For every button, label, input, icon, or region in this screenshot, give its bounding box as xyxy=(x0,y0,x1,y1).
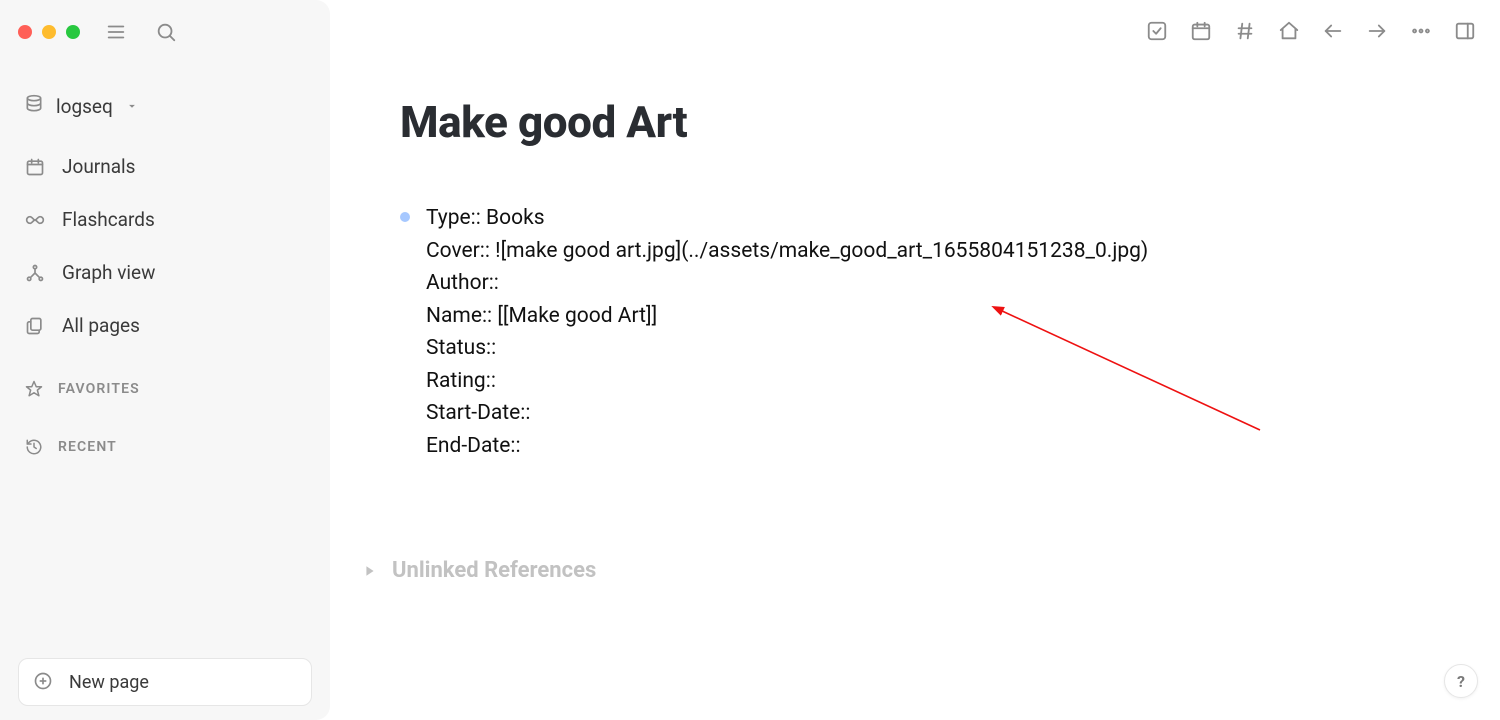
help-label: ? xyxy=(1457,672,1465,691)
favorites-section[interactable]: FAVORITES xyxy=(18,373,312,405)
page-content: Make good Art Type:: Books Cover:: ![mak… xyxy=(330,0,1500,623)
property-line[interactable]: Cover:: ![make good art.jpg](../assets/m… xyxy=(426,235,1148,268)
primary-nav: Journals Flashcards Graph view All pages xyxy=(18,145,312,347)
recent-label: RECENT xyxy=(58,439,117,455)
infinity-icon xyxy=(24,209,46,231)
hash-icon[interactable] xyxy=(1232,18,1258,44)
nav-journals-label: Journals xyxy=(62,155,136,178)
calendar-icon xyxy=(24,156,46,178)
chevron-down-icon xyxy=(125,95,139,118)
main-area: Make good Art Type:: Books Cover:: ![mak… xyxy=(330,0,1500,720)
app-root: logseq Journals Flashcards Graph view Al… xyxy=(0,0,1500,720)
pages-icon xyxy=(24,315,46,337)
top-toolbar xyxy=(1144,18,1478,44)
graph-selector[interactable]: logseq xyxy=(18,90,312,123)
recent-section[interactable]: RECENT xyxy=(18,431,312,463)
back-icon[interactable] xyxy=(1320,18,1346,44)
plus-circle-icon xyxy=(33,671,55,693)
nav-graph-view-label: Graph view xyxy=(62,261,155,284)
todo-icon[interactable] xyxy=(1144,18,1170,44)
property-line[interactable]: Type:: Books xyxy=(426,202,1148,235)
mac-traffic-lights xyxy=(18,25,80,39)
property-line[interactable]: End-Date:: xyxy=(426,430,1148,463)
unlinked-references-label: Unlinked References xyxy=(392,558,596,583)
property-line[interactable]: Status:: xyxy=(426,332,1148,365)
window-controls-row xyxy=(18,18,312,46)
history-icon xyxy=(24,437,44,457)
star-icon xyxy=(24,379,44,399)
graph-icon xyxy=(24,262,46,284)
properties-lines[interactable]: Type:: Books Cover:: ![make good art.jpg… xyxy=(426,202,1148,462)
property-line[interactable]: Name:: [[Make good Art]] xyxy=(426,300,1148,333)
property-line[interactable]: Author:: xyxy=(426,267,1148,300)
property-line[interactable]: Start-Date:: xyxy=(426,397,1148,430)
home-icon[interactable] xyxy=(1276,18,1302,44)
calendar-toolbar-icon[interactable] xyxy=(1188,18,1214,44)
close-window-dot[interactable] xyxy=(18,25,32,39)
search-icon[interactable] xyxy=(152,18,180,46)
graph-name: logseq xyxy=(56,95,113,118)
menu-icon[interactable] xyxy=(102,18,130,46)
block-bullet-icon[interactable] xyxy=(400,212,410,222)
forward-icon[interactable] xyxy=(1364,18,1390,44)
left-sidebar: logseq Journals Flashcards Graph view Al… xyxy=(0,0,330,720)
property-line[interactable]: Rating:: xyxy=(426,365,1148,398)
zoom-window-dot[interactable] xyxy=(66,25,80,39)
nav-journals[interactable]: Journals xyxy=(18,145,312,188)
caret-right-icon xyxy=(364,565,378,577)
page-title[interactable]: Make good Art xyxy=(400,96,1430,148)
new-page-label: New page xyxy=(69,672,149,693)
minimize-window-dot[interactable] xyxy=(42,25,56,39)
new-page-button[interactable]: New page xyxy=(18,658,312,706)
properties-block[interactable]: Type:: Books Cover:: ![make good art.jpg… xyxy=(400,202,1430,462)
nav-all-pages-label: All pages xyxy=(62,314,140,337)
nav-graph-view[interactable]: Graph view xyxy=(18,251,312,294)
database-icon xyxy=(24,94,44,119)
right-sidebar-toggle-icon[interactable] xyxy=(1452,18,1478,44)
help-button[interactable]: ? xyxy=(1444,664,1478,698)
nav-all-pages[interactable]: All pages xyxy=(18,304,312,347)
more-icon[interactable] xyxy=(1408,18,1434,44)
unlinked-references-toggle[interactable]: Unlinked References xyxy=(364,558,1430,583)
nav-flashcards[interactable]: Flashcards xyxy=(18,198,312,241)
favorites-label: FAVORITES xyxy=(58,381,140,397)
nav-flashcards-label: Flashcards xyxy=(62,208,155,231)
